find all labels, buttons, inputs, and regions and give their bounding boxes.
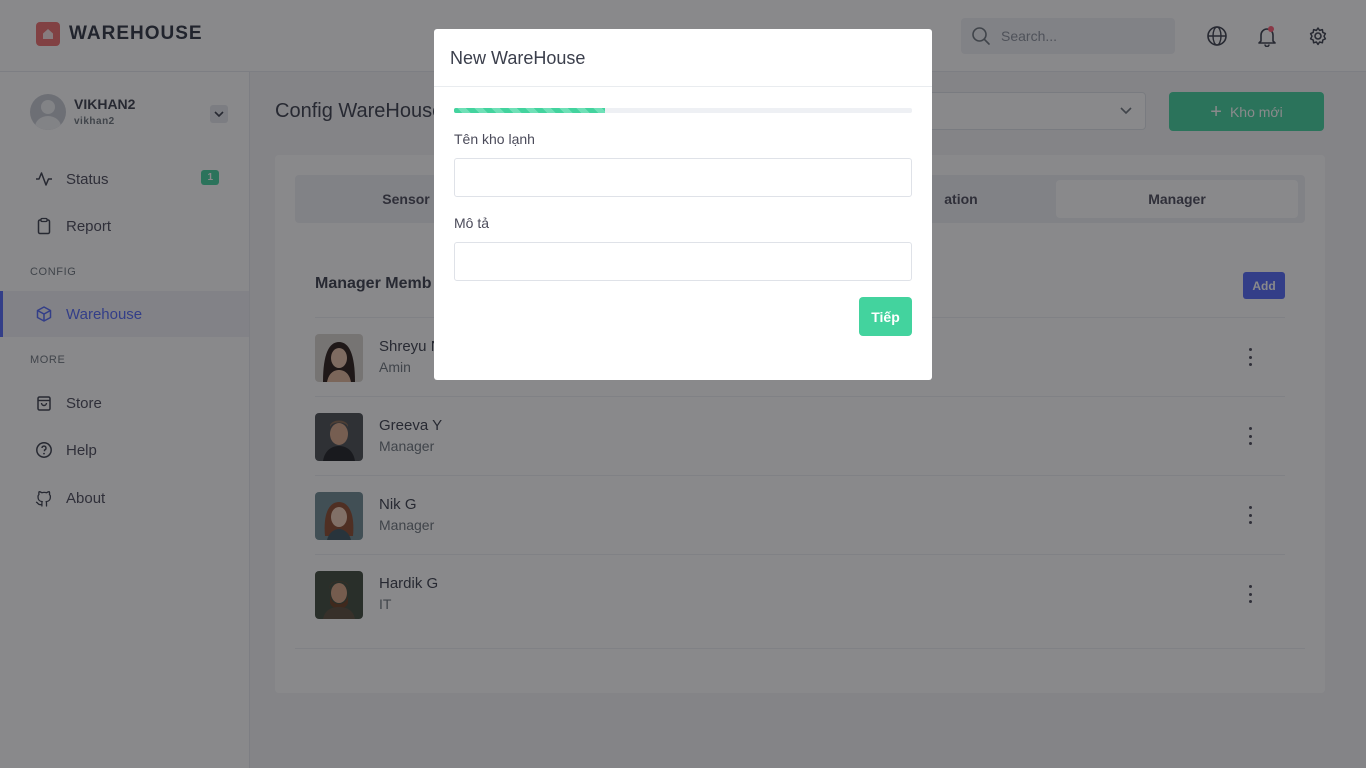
modal-header: New WareHouse xyxy=(434,29,932,87)
description-input[interactable] xyxy=(454,242,912,281)
next-button[interactable]: Tiếp xyxy=(859,297,912,336)
new-warehouse-modal: New WareHouse Tên kho lạnh Mô tả Tiếp xyxy=(434,29,932,380)
progress-fill xyxy=(454,108,606,113)
step-progress-bar xyxy=(454,108,912,113)
warehouse-name-input[interactable] xyxy=(454,158,912,197)
modal-title: New WareHouse xyxy=(450,48,586,68)
warehouse-name-label: Tên kho lạnh xyxy=(454,131,535,147)
description-label: Mô tả xyxy=(454,215,490,231)
next-button-label: Tiếp xyxy=(871,308,900,325)
